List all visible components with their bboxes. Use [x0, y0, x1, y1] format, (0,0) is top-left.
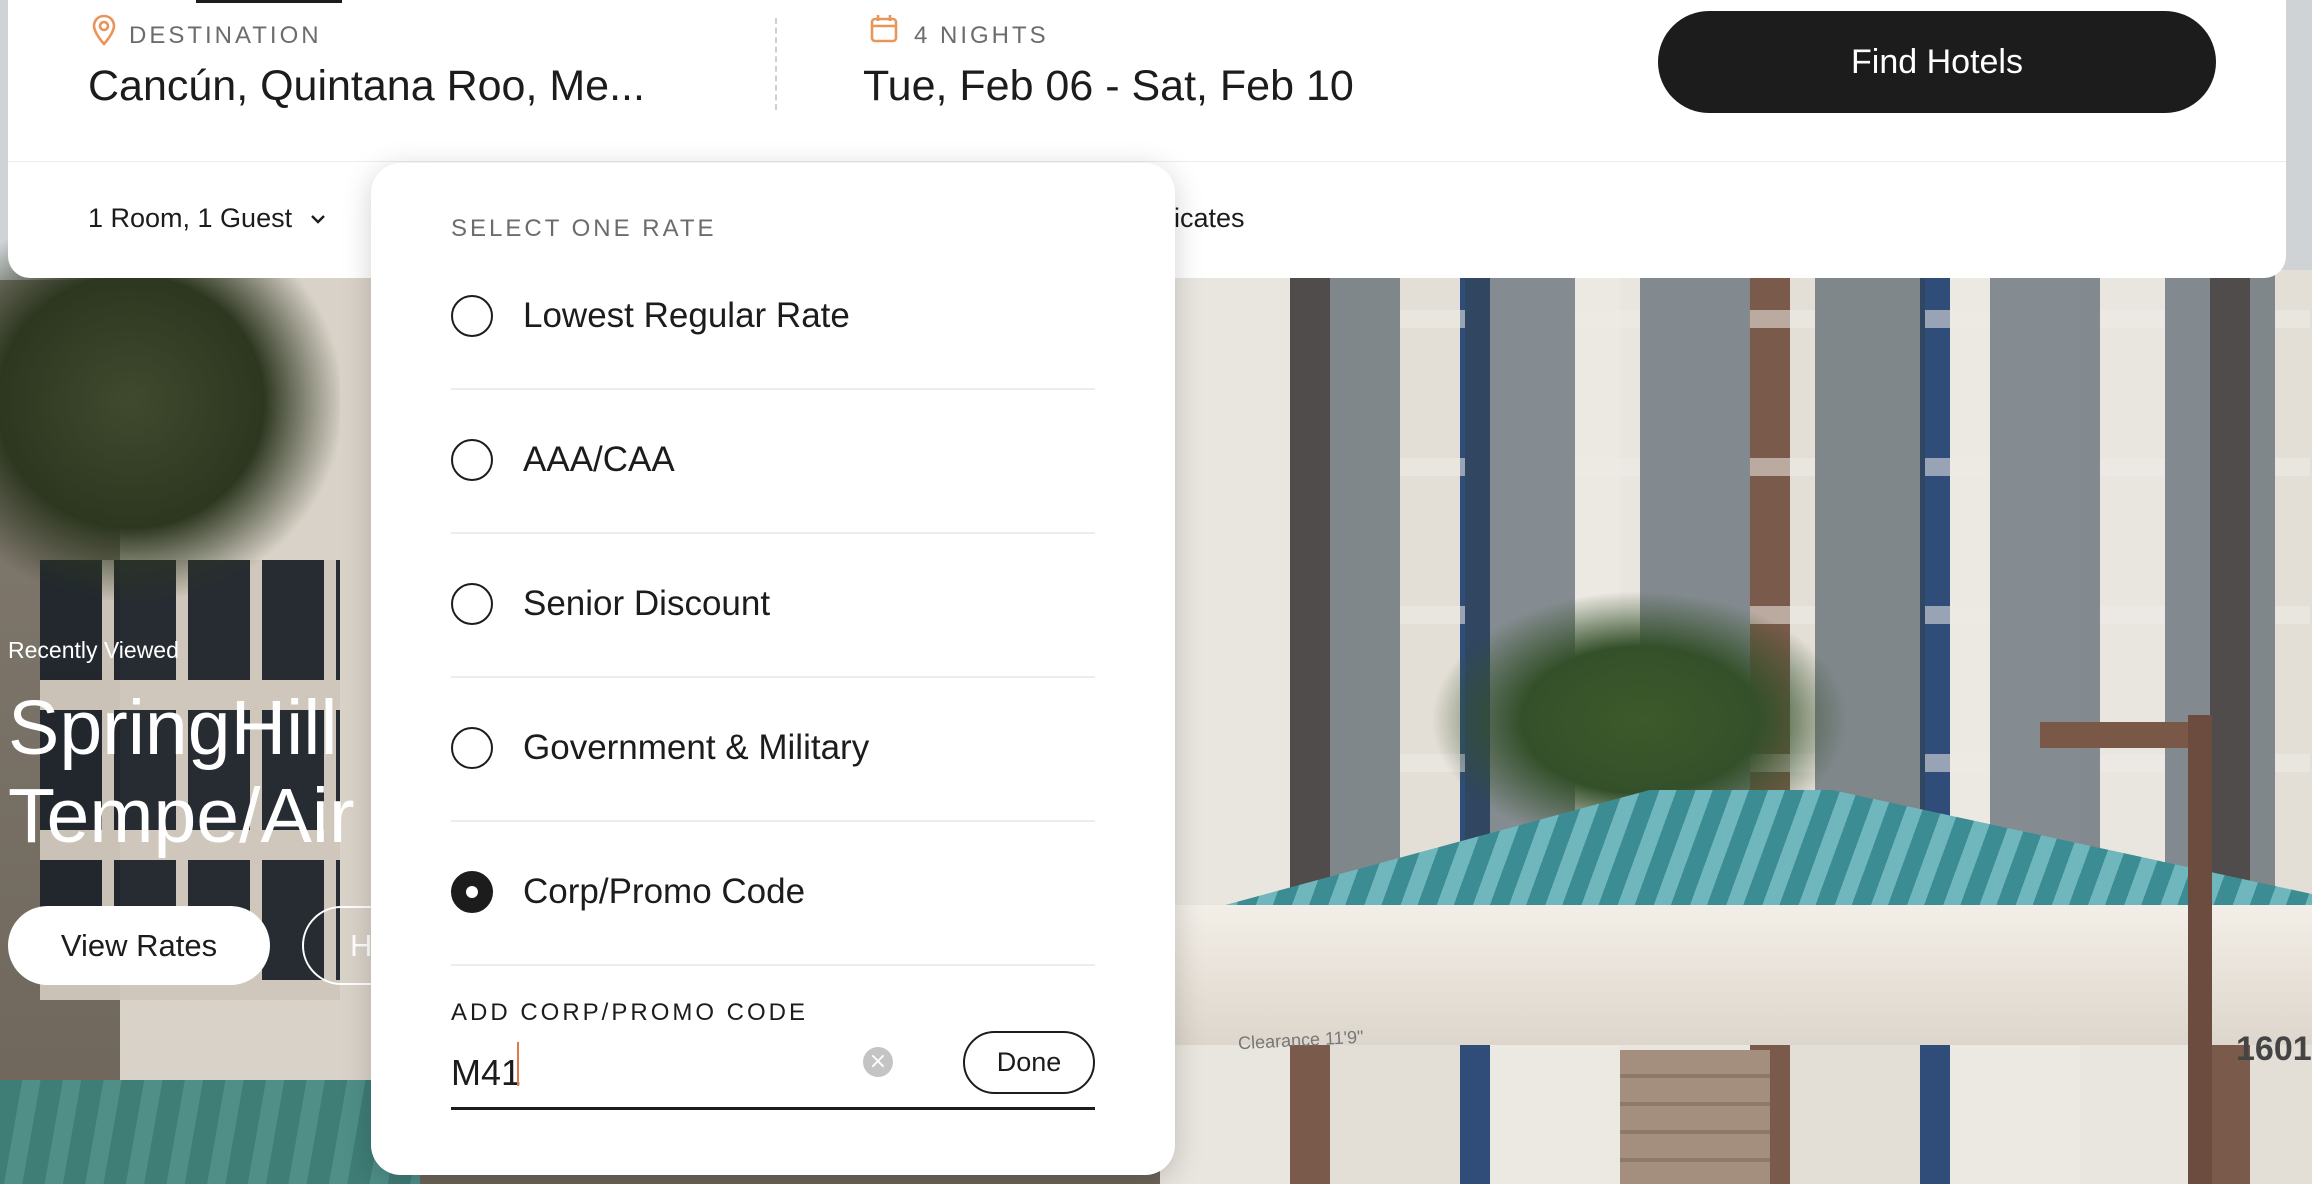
find-hotels-button[interactable]: Find Hotels [1658, 11, 2216, 113]
rate-option-label: Government & Military [523, 728, 870, 767]
rate-option-lowest-regular[interactable]: Lowest Regular Rate [451, 244, 1095, 388]
radio-senior-discount[interactable] [451, 583, 493, 625]
left-palm-tree [0, 240, 340, 600]
nights-label: 4 NIGHTS [914, 22, 1049, 49]
hotel-title-line-1: SpringHill [8, 685, 338, 771]
option-divider [451, 964, 1095, 966]
left-awning [0, 1080, 420, 1184]
destination-label: DESTINATION [129, 22, 322, 49]
lamp-post [2188, 715, 2212, 1184]
card-divider [8, 161, 2286, 162]
building-number: 1601 [2236, 1030, 2312, 1068]
field-divider [775, 18, 777, 110]
brick-pillar [1620, 1050, 1770, 1184]
rate-option-label: Senior Discount [523, 584, 771, 623]
rate-option-corp-promo[interactable]: Corp/Promo Code [451, 820, 1095, 964]
rate-selection-dropdown: SELECT ONE RATE Lowest Regular Rate AAA/… [371, 163, 1175, 1175]
rate-option-label: Corp/Promo Code [523, 872, 806, 911]
rate-option-label: Lowest Regular Rate [523, 296, 850, 335]
text-caret [517, 1042, 519, 1086]
lamp-arm [2040, 722, 2212, 748]
rate-option-aaa-caa[interactable]: AAA/CAA [451, 388, 1095, 532]
radio-dot [466, 886, 478, 898]
calendar-icon [870, 15, 898, 43]
radio-lowest-regular[interactable] [451, 295, 493, 337]
radio-government-military[interactable] [451, 727, 493, 769]
recently-viewed-label: Recently Viewed [8, 637, 179, 663]
promo-input-underline [451, 1107, 1095, 1110]
entrance-canopy-fascia [1170, 905, 2312, 1045]
promo-code-input[interactable] [451, 1043, 851, 1103]
rate-option-government-military[interactable]: Government & Military [451, 676, 1095, 820]
view-rates-button[interactable]: View Rates [8, 906, 270, 985]
rooms-guests-select[interactable]: 1 Room, 1 Guest [88, 203, 326, 234]
chevron-down-icon [311, 214, 325, 224]
hotel-title[interactable]: SpringHill Tempe/Air [8, 684, 355, 860]
done-button[interactable]: Done [963, 1031, 1095, 1094]
rate-option-senior-discount[interactable]: Senior Discount [451, 532, 1095, 676]
hotel-title-line-2: Tempe/Air [8, 773, 355, 859]
dates-field[interactable]: Tue, Feb 06 - Sat, Feb 10 [863, 62, 1354, 111]
radio-aaa-caa[interactable] [451, 439, 493, 481]
active-tab-indicator [196, 0, 342, 3]
promo-code-heading: ADD CORP/PROMO CODE [451, 999, 809, 1026]
clear-circle-icon[interactable]: × [863, 1047, 893, 1077]
rate-option-label: AAA/CAA [523, 440, 675, 479]
radio-corp-promo-selected[interactable] [451, 871, 493, 913]
destination-field[interactable]: Cancún, Quintana Roo, Me... [88, 62, 645, 111]
rooms-guests-label: 1 Room, 1 Guest [88, 203, 293, 233]
select-rate-heading: SELECT ONE RATE [451, 215, 717, 242]
map-pin-icon [92, 14, 116, 46]
